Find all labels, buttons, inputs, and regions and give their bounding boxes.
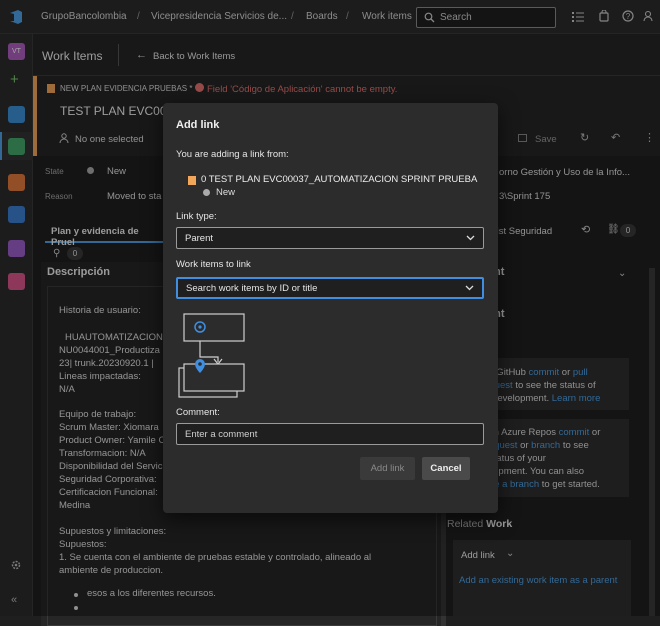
- comment-input[interactable]: Enter a comment: [176, 423, 484, 445]
- add-link-submit-button[interactable]: Add link: [360, 457, 415, 480]
- link-type-dropdown[interactable]: Parent: [176, 227, 484, 249]
- cancel-button[interactable]: Cancel: [422, 457, 470, 480]
- add-link-dialog: Add link You are adding a link from: 0 T…: [163, 103, 498, 513]
- chevron-down-icon: [465, 283, 474, 292]
- source-work-item: 0 TEST PLAN EVC00037_AUTOMATIZACION SPRI…: [201, 174, 478, 185]
- source-state: New: [216, 187, 236, 198]
- adding-from-label: You are adding a link from:: [176, 149, 289, 160]
- work-items-search-input[interactable]: Search work items by ID or title: [176, 277, 484, 299]
- comment-placeholder: Enter a comment: [185, 429, 258, 440]
- comment-label: Comment:: [176, 407, 220, 418]
- work-items-label: Work items to link: [176, 259, 251, 270]
- state-dot-icon: [203, 189, 210, 196]
- parent-link-illustration-icon: [178, 312, 248, 401]
- chevron-down-icon: [466, 233, 475, 242]
- work-item-type-icon: [188, 176, 196, 185]
- link-type-label: Link type:: [176, 211, 217, 222]
- link-type-value: Parent: [185, 233, 213, 244]
- dialog-title: Add link: [176, 119, 220, 131]
- work-items-search-placeholder: Search work items by ID or title: [186, 283, 318, 294]
